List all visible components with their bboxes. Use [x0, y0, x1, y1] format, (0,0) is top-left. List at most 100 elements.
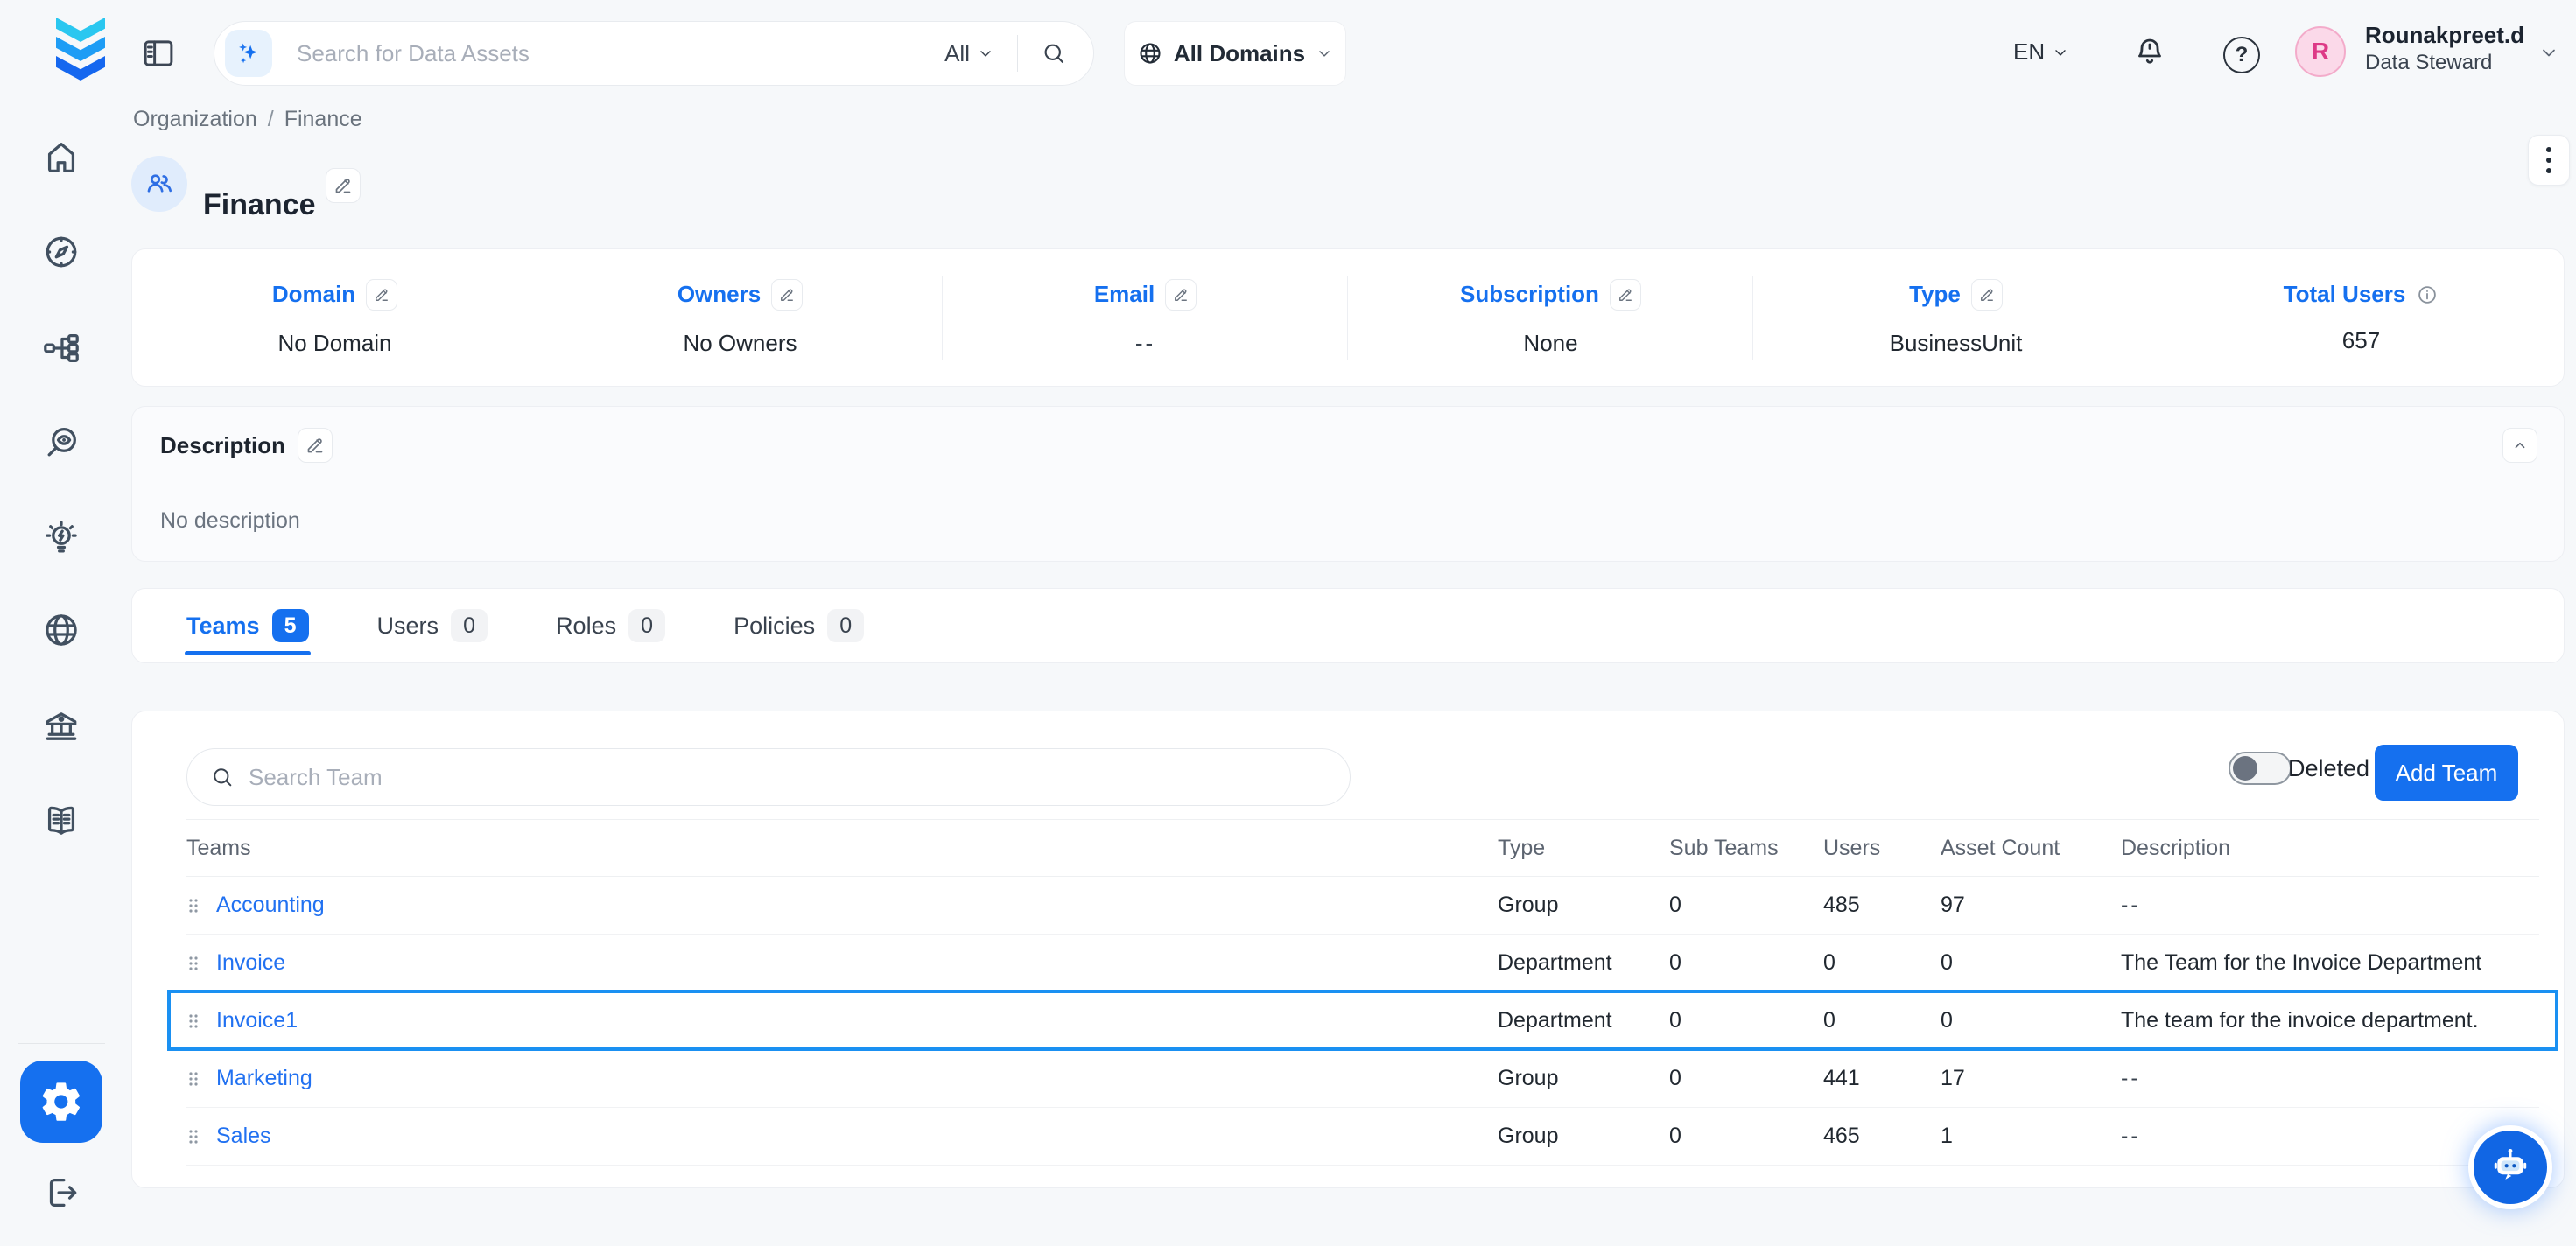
- tab-teams-count-badge: 5: [272, 609, 309, 642]
- chevron-down-icon: [2052, 44, 2069, 61]
- ai-sparkle-icon[interactable]: [225, 30, 272, 77]
- sidebar-item-govern[interactable]: [39, 704, 83, 748]
- tab-roles[interactable]: Roles 0: [556, 609, 665, 642]
- edit-description-button[interactable]: [298, 428, 333, 463]
- user-role: Data Steward: [2365, 50, 2524, 76]
- manage-menu-button[interactable]: [2528, 135, 2570, 186]
- drag-handle-icon[interactable]: [186, 1011, 200, 1032]
- kebab-icon: [2546, 147, 2551, 173]
- team-avatar: [131, 156, 187, 212]
- deleted-toggle[interactable]: [2229, 752, 2292, 785]
- govern-bank-icon: [41, 706, 81, 746]
- table-row-accounting: Accounting Group 0 485 97 --: [186, 877, 2539, 934]
- column-header-users: Users: [1823, 836, 1941, 861]
- info-field-subscription: Subscription None: [1348, 249, 1753, 386]
- chevron-down-icon: [1316, 45, 1333, 62]
- drag-handle-icon[interactable]: [186, 953, 200, 974]
- info-field-owners: Owners No Owners: [537, 249, 943, 386]
- team-link[interactable]: Invoice: [216, 950, 285, 976]
- user-avatar[interactable]: R: [2295, 26, 2346, 77]
- observability-icon: [41, 423, 81, 463]
- column-header-type: Type: [1498, 836, 1669, 861]
- info-field-email: Email --: [943, 249, 1348, 386]
- global-search-bar[interactable]: Search for Data Assets All: [214, 21, 1094, 86]
- team-link[interactable]: Marketing: [216, 1066, 312, 1091]
- edit-domain-button[interactable]: [366, 279, 397, 311]
- teams-table: Teams Type Sub Teams Users Asset Count D…: [186, 819, 2539, 1166]
- user-menu-chevron-icon[interactable]: [2538, 42, 2559, 63]
- description-label: Description: [160, 432, 285, 459]
- info-field-domain: Domain No Domain: [132, 249, 537, 386]
- tab-users[interactable]: Users 0: [377, 609, 488, 642]
- page-title: Finance: [203, 188, 315, 222]
- sidebar-toggle-button[interactable]: [138, 33, 179, 74]
- notifications-button[interactable]: [2132, 35, 2167, 70]
- global-search-input[interactable]: Search for Data Assets: [297, 40, 944, 67]
- assistant-bot-button[interactable]: [2474, 1130, 2547, 1204]
- chevron-up-icon: [2510, 436, 2530, 455]
- pencil-icon: [373, 286, 390, 304]
- user-menu[interactable]: Rounakpreet.d Data Steward: [2365, 21, 2524, 76]
- home-icon: [41, 137, 81, 178]
- sidebar-item-data-flow[interactable]: [39, 326, 83, 370]
- logout-icon: [41, 1172, 81, 1213]
- table-row-marketing: Marketing Group 0 441 17 --: [186, 1050, 2539, 1108]
- globe-icon: [1137, 40, 1163, 66]
- team-info-card: Domain No Domain Owners No Owners Email …: [131, 248, 2565, 387]
- robot-icon: [2488, 1144, 2533, 1190]
- info-circle-icon: [2416, 284, 2439, 306]
- team-link[interactable]: Accounting: [216, 892, 325, 918]
- team-link[interactable]: Sales: [216, 1124, 271, 1149]
- left-sidebar: [0, 0, 123, 1246]
- pencil-icon: [305, 435, 326, 456]
- tab-roles-count-badge: 0: [628, 609, 665, 642]
- edit-owners-button[interactable]: [771, 279, 803, 311]
- pencil-icon: [1172, 286, 1190, 304]
- drag-handle-icon[interactable]: [186, 895, 200, 916]
- all-domains-dropdown[interactable]: All Domains: [1124, 21, 1346, 86]
- collapse-description-button[interactable]: [2502, 428, 2537, 463]
- edit-team-name-button[interactable]: [326, 168, 361, 203]
- deleted-toggle-label: Deleted: [2288, 755, 2369, 782]
- drag-handle-icon[interactable]: [186, 1126, 200, 1147]
- edit-email-button[interactable]: [1165, 279, 1197, 311]
- app-logo[interactable]: [32, 16, 130, 89]
- column-header-asset-count: Asset Count: [1941, 836, 2121, 861]
- question-mark-icon: ?: [2236, 43, 2249, 67]
- team-search-input[interactable]: Search Team: [186, 748, 1351, 806]
- team-link[interactable]: Invoice1: [216, 1008, 298, 1033]
- tab-policies[interactable]: Policies 0: [733, 609, 864, 642]
- edit-type-button[interactable]: [1971, 279, 2003, 311]
- tabs-bar: Teams 5 Users 0 Roles 0 Policies 0: [131, 588, 2565, 663]
- add-team-button[interactable]: Add Team: [2375, 745, 2518, 801]
- tab-policies-count-badge: 0: [827, 609, 864, 642]
- info-field-type: Type BusinessUnit: [1753, 249, 2158, 386]
- edit-subscription-button[interactable]: [1610, 279, 1641, 311]
- drag-handle-icon[interactable]: [186, 1068, 200, 1089]
- search-scope-dropdown[interactable]: All: [944, 40, 994, 67]
- sidebar-item-observability[interactable]: [39, 421, 83, 465]
- search-icon: [187, 765, 235, 789]
- sidebar-item-glossary[interactable]: [39, 799, 83, 843]
- breadcrumb-organization[interactable]: Organization: [133, 107, 257, 132]
- breadcrumb: Organization / Finance: [133, 107, 362, 132]
- breadcrumb-finance[interactable]: Finance: [284, 107, 362, 132]
- panel-toggle-icon: [140, 35, 177, 72]
- search-submit-button[interactable]: [1041, 40, 1067, 66]
- language-dropdown[interactable]: EN: [2013, 38, 2069, 66]
- sidebar-item-domains[interactable]: [39, 608, 83, 652]
- tab-teams[interactable]: Teams 5: [186, 609, 309, 642]
- sidebar-item-settings[interactable]: [20, 1060, 102, 1143]
- sidebar-item-home[interactable]: [39, 136, 83, 179]
- help-button[interactable]: ?: [2223, 37, 2260, 74]
- info-field-total-users: Total Users 657: [2158, 249, 2564, 386]
- user-name: Rounakpreet.d: [2365, 21, 2524, 50]
- description-empty-text: No description: [160, 508, 300, 534]
- sidebar-divider: [18, 1043, 105, 1044]
- column-header-description: Description: [2121, 836, 2539, 861]
- sidebar-item-logout[interactable]: [39, 1171, 83, 1214]
- sidebar-item-insights[interactable]: [39, 515, 83, 559]
- pencil-icon: [333, 175, 354, 196]
- toggle-knob: [2233, 756, 2257, 780]
- sidebar-item-explore[interactable]: [39, 230, 83, 274]
